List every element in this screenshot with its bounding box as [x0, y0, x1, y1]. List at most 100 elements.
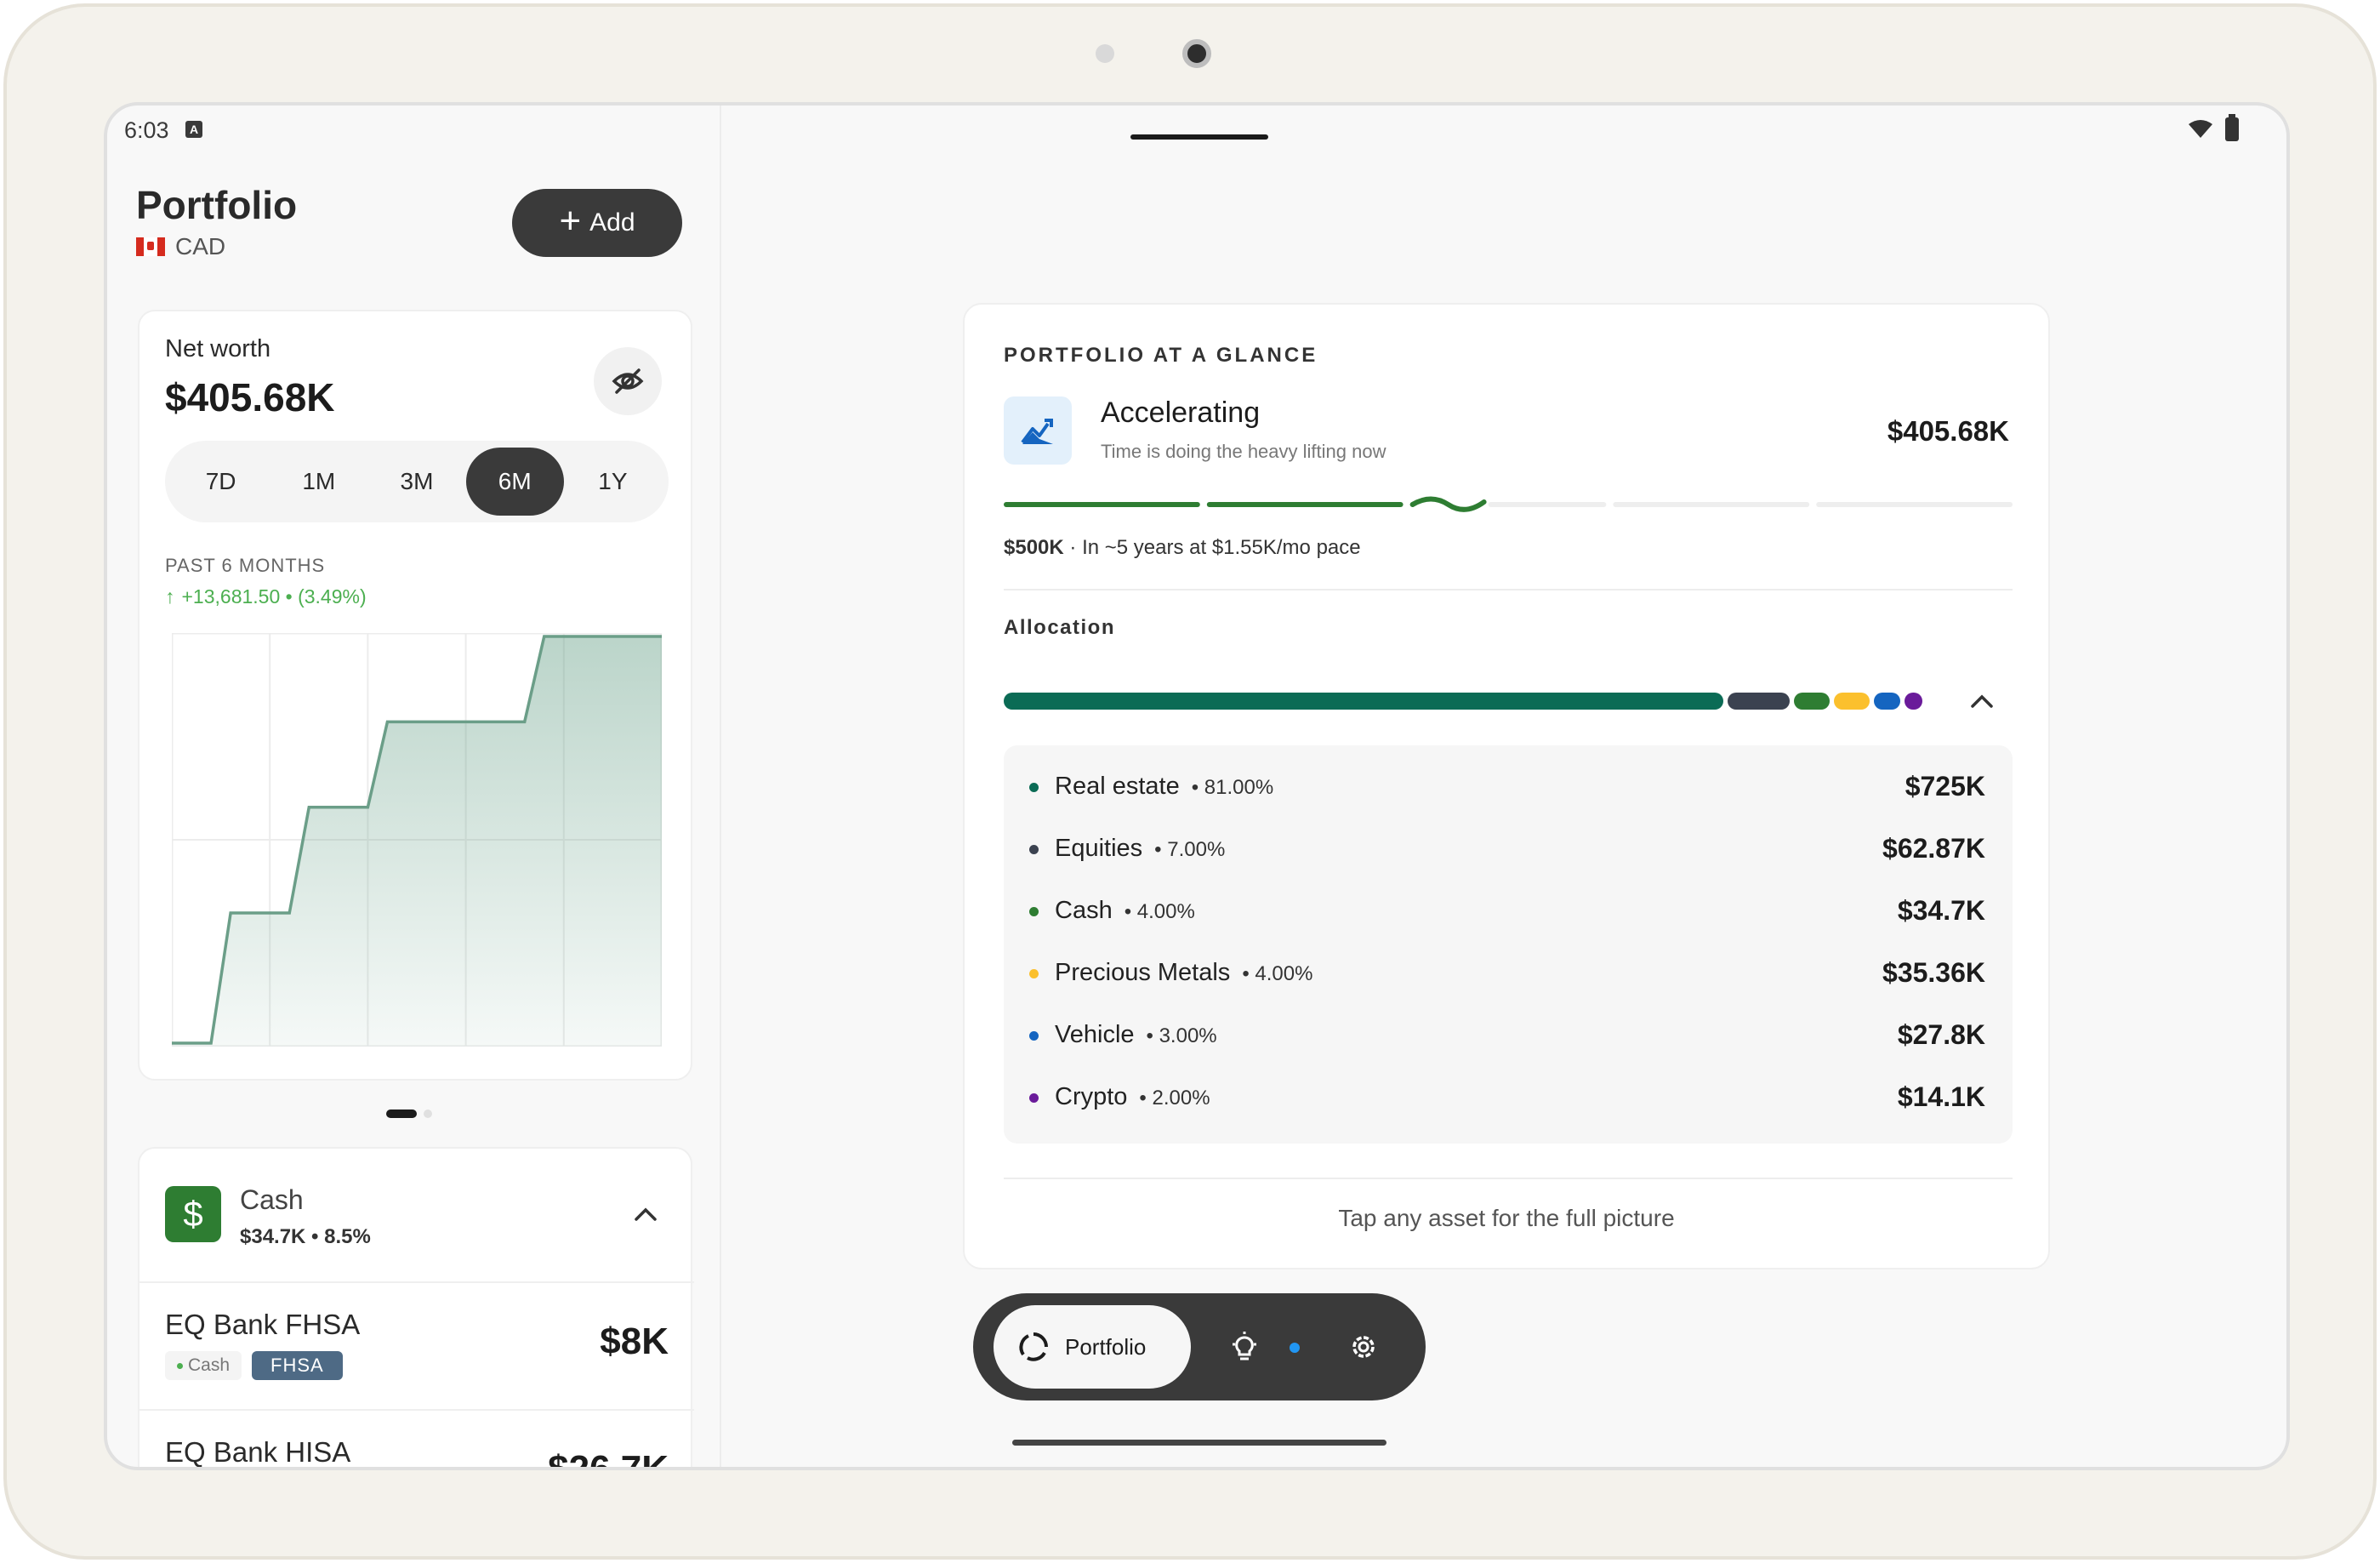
allocation-amount: $35.36K: [1882, 957, 1985, 988]
nav-portfolio-label: Portfolio: [1065, 1333, 1147, 1360]
allocation-label: Allocation: [1004, 616, 1116, 639]
chevron-up-icon: [1971, 694, 1993, 708]
allocation-percent: • 4.00%: [1242, 962, 1313, 985]
gear-icon: [1352, 1336, 1375, 1358]
lightbulb-icon: [1233, 1332, 1256, 1360]
bottom-nav: Portfolio: [973, 1293, 1426, 1400]
collapse-allocation-button[interactable]: [1965, 684, 1999, 718]
divider: [1004, 1178, 2013, 1179]
allocation-percent: • 2.00%: [1139, 1087, 1210, 1110]
range-1m[interactable]: 1M: [270, 448, 367, 516]
allocation-percent: • 81.00%: [1191, 776, 1274, 799]
account-name: EQ Bank FHSA: [165, 1309, 361, 1340]
tap-hint: Tap any asset for the full picture: [1338, 1205, 1675, 1231]
add-button[interactable]: + Add: [512, 189, 682, 257]
account-amount: $26.7K: [548, 1448, 669, 1470]
allocation-list: Real estate • 81.00% $725K Equities • 7.00% $…: [1004, 745, 2013, 1144]
page-dot-active: [386, 1110, 417, 1118]
screen: 6:03 A Portfolio CAD + Add Net worth $40…: [104, 102, 2290, 1470]
currency-selector[interactable]: CAD: [136, 233, 225, 260]
change-value: +13,681.50 • (3.49%): [181, 585, 367, 608]
camera-lens: [1182, 39, 1211, 68]
allocation-bar[interactable]: [1004, 693, 1922, 710]
allocation-name: Equities • 7.00%: [1055, 835, 1225, 863]
allocation-label: Equities: [1055, 835, 1143, 862]
range-7d[interactable]: 7D: [172, 448, 270, 516]
allocation-label: Vehicle: [1055, 1021, 1135, 1048]
trend-subtitle: Time is doing the heavy lifting now: [1101, 441, 1386, 462]
period-label: PAST 6 MONTHS: [165, 555, 326, 576]
net-worth-chart: [172, 633, 662, 1047]
camera-sensor: [1096, 44, 1114, 63]
allocation-percent: • 3.00%: [1146, 1024, 1217, 1047]
legend-dot: [1029, 1031, 1039, 1041]
currency-label: CAD: [175, 233, 226, 260]
allocation-name: Vehicle • 3.00%: [1055, 1021, 1217, 1049]
account-row[interactable]: EQ Bank HISA $26.7K: [139, 1409, 694, 1470]
range-3m[interactable]: 3M: [367, 448, 465, 516]
cash-section-title: Cash: [240, 1184, 304, 1215]
account-amount: $8K: [600, 1321, 669, 1362]
goal-detail: · In ~5 years at $1.55K/mo pace: [1069, 536, 1361, 559]
chart-area-fill: [172, 636, 662, 1047]
allocation-segment[interactable]: [1794, 693, 1830, 710]
allocation-amount: $14.1K: [1897, 1081, 1985, 1112]
allocation-amount: $725K: [1905, 771, 1985, 801]
allocation-segment[interactable]: [1833, 693, 1870, 710]
page-dot[interactable]: [424, 1110, 432, 1118]
allocation-name: Crypto • 2.00%: [1055, 1083, 1210, 1111]
portfolio-pane: Portfolio CAD + Add Net worth $405.68K 7…: [107, 106, 721, 1467]
divider: [1004, 589, 2013, 590]
allocation-segment[interactable]: [1728, 693, 1791, 710]
allocation-label: Real estate: [1055, 773, 1180, 800]
nav-insights[interactable]: [1215, 1317, 1274, 1377]
goal-text: $500K · In ~5 years at $1.55K/mo pace: [1004, 536, 1361, 560]
eye-off-icon: [612, 368, 644, 394]
goal-amount: $500K: [1004, 536, 1064, 559]
allocation-name: Cash • 4.00%: [1055, 897, 1195, 925]
allocation-name: Precious Metals • 4.00%: [1055, 959, 1312, 987]
allocation-row[interactable]: Vehicle • 3.00% $27.8K: [1004, 1004, 2013, 1065]
legend-dot: [1029, 783, 1039, 792]
drag-handle[interactable]: [1130, 134, 1268, 140]
change-indicator: ↑ +13,681.50 • (3.49%): [165, 585, 367, 608]
cash-section-subtitle: $34.7K • 8.5%: [240, 1225, 371, 1248]
allocation-row[interactable]: Cash • 4.00% $34.7K: [1004, 880, 2013, 941]
account-row[interactable]: EQ Bank FHSA Cash FHSA $8K: [139, 1281, 694, 1409]
legend-dot: [1029, 845, 1039, 854]
dollar-icon: $: [165, 1186, 221, 1242]
allocation-segment[interactable]: [1873, 693, 1901, 710]
notification-dot: [1290, 1343, 1300, 1353]
net-worth-label: Net worth: [165, 335, 271, 362]
progress-segment-current: [1409, 496, 1487, 512]
tag-fhsa: FHSA: [252, 1351, 343, 1380]
chevron-up-icon: [635, 1207, 657, 1221]
nav-portfolio[interactable]: Portfolio: [994, 1305, 1191, 1389]
account-tags: Cash FHSA: [165, 1351, 343, 1380]
net-worth-card: Net worth $405.68K 7D 1M 3M 6M 1Y PAST 6 MON…: [138, 310, 692, 1081]
allocation-amount: $27.8K: [1897, 1019, 1985, 1050]
range-1y[interactable]: 1Y: [564, 448, 662, 516]
battery-icon: [2225, 114, 2239, 141]
wifi-icon: [2189, 120, 2212, 138]
hide-values-button[interactable]: [594, 347, 662, 415]
allocation-percent: • 7.00%: [1154, 838, 1226, 861]
allocation-percent: • 4.00%: [1124, 900, 1195, 923]
allocation-segment[interactable]: [1004, 693, 1724, 710]
legend-dot: [1029, 969, 1039, 978]
trend-title: Accelerating: [1101, 396, 1261, 429]
portfolio-glance-card: PORTFOLIO AT A GLANCE Accelerating Time …: [963, 303, 2050, 1269]
collapse-cash-button[interactable]: [624, 1193, 667, 1235]
allocation-row[interactable]: Precious Metals • 4.00% $35.36K: [1004, 942, 2013, 1003]
home-indicator[interactable]: [1012, 1440, 1386, 1446]
canada-flag-icon: [136, 237, 165, 256]
allocation-row[interactable]: Crypto • 2.00% $14.1K: [1004, 1066, 2013, 1127]
allocation-row[interactable]: Equities • 7.00% $62.87K: [1004, 818, 2013, 879]
allocation-row[interactable]: Real estate • 81.00% $725K: [1004, 756, 2013, 817]
net-worth-value: $405.68K: [165, 375, 335, 419]
allocation-segment[interactable]: [1905, 693, 1922, 710]
range-6m[interactable]: 6M: [465, 448, 564, 516]
nav-settings[interactable]: [1334, 1317, 1393, 1377]
account-name: EQ Bank HISA: [165, 1436, 351, 1468]
cash-section-card: $ Cash $34.7K • 8.5% EQ Bank FHSA Cash F…: [138, 1147, 694, 1470]
